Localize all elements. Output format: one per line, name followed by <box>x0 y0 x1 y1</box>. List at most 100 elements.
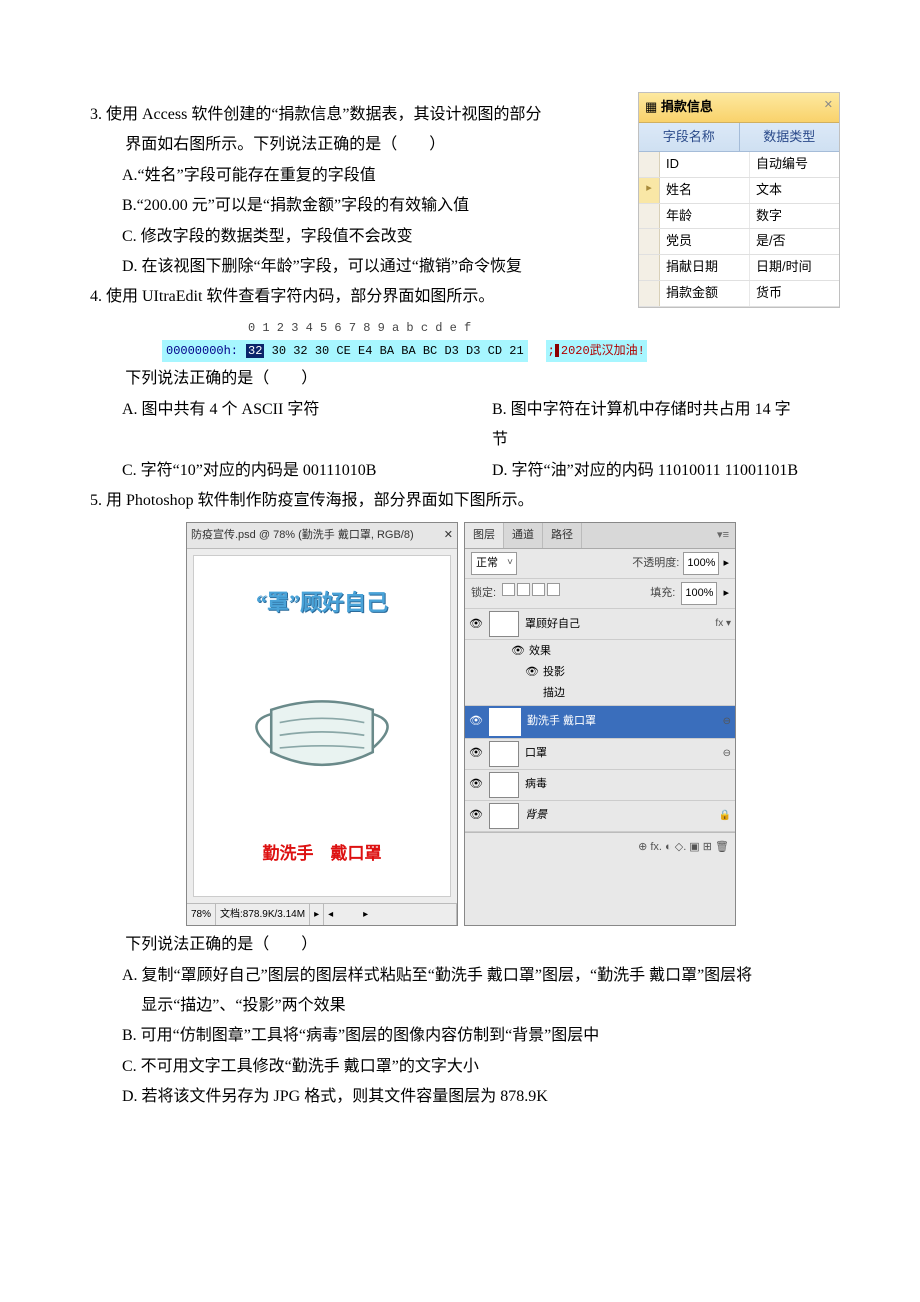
fx-stroke: 描边 <box>543 683 565 704</box>
tab-paths[interactable]: 路径 <box>543 523 582 548</box>
row-selector[interactable] <box>639 229 660 254</box>
hex-ascii-text: 2020武汉加油! <box>561 340 645 363</box>
text-layer-thumb: T <box>489 708 521 736</box>
blend-mode-select[interactable]: 正常 <box>471 552 517 575</box>
q4-option-c: C. 字符“10”对应的内码是 00111010B <box>90 456 492 486</box>
layer-row[interactable]: 👁 口罩 ⊖ <box>465 739 735 770</box>
field-name: ID <box>660 152 750 177</box>
field-type: 文本 <box>750 178 839 203</box>
access-header-row: 字段名称 数据类型 <box>639 123 839 153</box>
row-selector[interactable]: ▸ <box>639 178 660 203</box>
canvas-red-text: 勤洗手 戴口罩 <box>263 838 382 870</box>
q5-option-c: C. 不可用文字工具修改“勤洗手 戴口罩”的文字大小 <box>90 1052 830 1082</box>
visibility-icon[interactable]: 👁 <box>469 743 483 764</box>
layer-name: 背景 <box>525 805 713 826</box>
q3-option-a: A.“姓名”字段可能存在重复的字段值 <box>90 161 560 191</box>
q5-option-a-cont: 显示“描边”、“投影”两个效果 <box>90 991 830 1021</box>
table-row: 年龄数字 <box>639 204 839 230</box>
doc-size: 文档:878.9K/3.14M <box>216 904 310 925</box>
layer-name: 口罩 <box>525 743 717 764</box>
q4-option-b: B. 图中字符在计算机中存储时共占用 14 字 <box>492 395 830 425</box>
panel-menu-icon[interactable]: ▾≡ <box>711 523 735 548</box>
field-name: 年龄 <box>660 204 750 229</box>
lock-icons[interactable] <box>502 583 562 604</box>
hex-rest: 30 32 30 CE E4 BA BA BC D3 D3 CD 21 <box>272 344 524 358</box>
hex-ruler: 0 1 2 3 4 5 6 7 8 9 a b c d e f <box>162 317 722 340</box>
scroll-arrow-icon[interactable]: ▸ <box>310 904 324 925</box>
q4-option-b-cont: 节 <box>492 425 830 455</box>
layer-thumb <box>489 741 519 767</box>
footer-icons[interactable]: ⊕ fx. ◐ ◇. ▣ ⊞ 🗑 <box>638 837 729 858</box>
opacity-value[interactable]: 100% <box>683 552 719 575</box>
field-type: 数字 <box>750 204 839 229</box>
close-icon[interactable]: ✕ <box>824 95 833 116</box>
visibility-icon[interactable]: 👁 <box>469 711 483 732</box>
canvas-title-text: “罩”顾好自己 <box>256 582 388 624</box>
row-selector[interactable] <box>639 152 660 177</box>
tab-channels[interactable]: 通道 <box>504 523 543 548</box>
caret-icon <box>555 344 559 357</box>
layer-thumb <box>489 772 519 798</box>
question-3: 3. 使用 Access 软件创建的“捐款信息”数据表，其设计视图的部分 界面如… <box>90 100 830 282</box>
question-5: 5. 用 Photoshop 软件制作防疫宣传海报，部分界面如下图所示。 防疫宣… <box>90 486 830 1113</box>
q5-number: 5. <box>90 492 102 509</box>
layer-row[interactable]: 👁 背景 🔒 <box>465 801 735 832</box>
panel-tabs: 图层 通道 路径 ▾≡ <box>465 523 735 549</box>
opacity-label: 不透明度: <box>632 553 679 574</box>
visibility-off-icon[interactable] <box>525 683 539 704</box>
visibility-icon[interactable]: 👁 <box>469 774 483 795</box>
row-selector[interactable] <box>639 281 660 306</box>
row-selector[interactable] <box>639 204 660 229</box>
visibility-icon[interactable]: 👁 <box>469 614 483 635</box>
q3-option-d: D. 在该视图下删除“年龄”字段，可以通过“撤销”命令恢复 <box>90 252 560 282</box>
field-name: 姓名 <box>660 178 750 203</box>
ps-canvas-window: 防疫宣传.psd @ 78% (勤洗手 戴口罩, RGB/8)✕ “罩”顾好自己… <box>186 522 458 926</box>
q5-option-a: A. 复制“罩顾好自己”图层的图层样式粘贴至“勤洗手 戴口罩”图层，“勤洗手 戴… <box>90 961 830 991</box>
link-icon[interactable]: ⊖ <box>723 712 731 731</box>
photoshop-screenshot: 防疫宣传.psd @ 78% (勤洗手 戴口罩, RGB/8)✕ “罩”顾好自己… <box>186 522 830 926</box>
visibility-icon[interactable]: 👁 <box>525 662 539 683</box>
table-row: ▸姓名文本 <box>639 178 839 204</box>
table-row: 捐献日期日期/时间 <box>639 255 839 281</box>
q3-option-b: B.“200.00 元”可以是“捐款金额”字段的有效输入值 <box>90 191 560 221</box>
zoom-value: 78% <box>187 904 216 925</box>
field-type: 日期/时间 <box>750 255 839 280</box>
layer-name: 病毒 <box>525 774 731 795</box>
hex-selected-byte: 32 <box>246 344 264 358</box>
scrollbar[interactable]: ◂ ▸ <box>324 904 457 925</box>
fx-badge[interactable]: fx ▾ <box>715 614 731 633</box>
tab-layers[interactable]: 图层 <box>465 523 504 548</box>
layer-row[interactable]: 👁 罩顾好自己 fx ▾ <box>465 609 735 640</box>
q3-stem-line1: 使用 Access 软件创建的“捐款信息”数据表，其设计视图的部分 <box>106 106 542 123</box>
row-selector[interactable] <box>639 255 660 280</box>
q4-stem: 使用 UItraEdit 软件查看字符内码，部分界面如图所示。 <box>106 288 494 305</box>
field-name: 捐款金额 <box>660 281 750 306</box>
q4-option-a: A. 图中共有 4 个 ASCII 字符 <box>90 395 492 425</box>
close-icon[interactable]: ✕ <box>444 525 453 546</box>
field-name: 党员 <box>660 229 750 254</box>
q3-number: 3. <box>90 106 102 123</box>
hex-ascii: ;2020武汉加油! <box>546 340 647 363</box>
chevron-right-icon[interactable]: ▸ <box>723 583 729 604</box>
access-tab-name: 捐款信息 <box>661 99 713 114</box>
visibility-icon[interactable]: 👁 <box>469 805 483 826</box>
fill-value[interactable]: 100% <box>681 582 717 605</box>
chevron-right-icon[interactable]: ▸ <box>723 553 729 574</box>
field-type: 自动编号 <box>750 152 839 177</box>
layer-row[interactable]: 👁 T 勤洗手 戴口罩 ⊖ <box>465 706 735 739</box>
layer-row[interactable]: 👁 病毒 <box>465 770 735 801</box>
mask-icon <box>237 676 407 786</box>
hex-separator <box>528 340 546 363</box>
visibility-icon[interactable]: 👁 <box>511 641 525 662</box>
table-row: 党员是/否 <box>639 229 839 255</box>
q3-stem-line2: 界面如右图所示。下列说法正确的是（ ） <box>90 130 560 160</box>
link-icon[interactable]: ⊖ <box>723 744 731 763</box>
layer-effects: 👁效果 👁投影 描边 <box>465 640 735 706</box>
lock-icon: 🔒 <box>719 806 731 825</box>
q4-lead: 下列说法正确的是（ ） <box>90 364 830 394</box>
question-4: 4. 使用 UItraEdit 软件查看字符内码，部分界面如图所示。 0 1 2… <box>90 282 830 486</box>
access-tab-box-icon: ▦ <box>645 99 657 114</box>
layer-thumb <box>489 611 519 637</box>
fill-label: 填充: <box>650 583 675 604</box>
q5-lead: 下列说法正确的是（ ） <box>90 930 830 960</box>
